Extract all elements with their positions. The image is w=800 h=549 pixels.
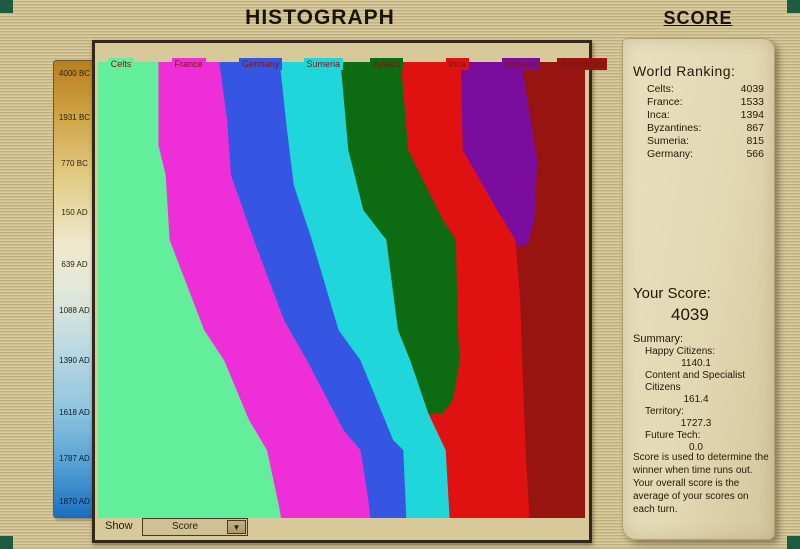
ranking-row: Germany: 566 [633, 148, 768, 161]
summary-item-label: Content and Specialist Citizens [645, 370, 747, 394]
ranking-civ-name: Inca: [647, 109, 670, 122]
summary-item-label: Happy Citizens: [645, 346, 747, 358]
ranking-civ-name: Byzantines: [647, 122, 701, 135]
your-score-title: Your Score: [633, 285, 771, 302]
your-score-block: Your Score: 4039 Summary: Happy Citizens… [633, 285, 771, 454]
map-corner-top-right [787, 0, 800, 13]
show-mode-selected: Score [143, 521, 227, 532]
histograph-panel: Celts France Germany Sumeria Aztecs Inca Iroqu… [92, 40, 592, 543]
page-title: HISTOGRAPH [100, 6, 540, 30]
ranking-civ-name: Celts: [647, 83, 674, 96]
civ-chip-germany: Germany [239, 58, 282, 70]
ranking-civ-score: 867 [746, 122, 764, 135]
time-tick-label: 1787 AD [54, 454, 95, 464]
ranking-civ-score: 1533 [741, 96, 764, 109]
time-tick-label: 1870 AD [54, 497, 95, 507]
ranking-row: Byzantines: 867 [633, 122, 768, 135]
dropdown-arrow-icon[interactable]: ▼ [227, 520, 246, 534]
time-tick-label: 1390 AD [54, 356, 95, 366]
time-tick-label: 1931 BC [54, 113, 95, 123]
summary-item-label: Territory: [645, 406, 747, 418]
histograph-screen: HISTOGRAPH SCORE 4000 BC 1931 BC 770 BC 150… [0, 0, 800, 549]
world-ranking-list: Celts:4039France:1533Inca:1394Byzantines… [633, 83, 768, 161]
world-ranking-block: World Ranking: Celts:4039France:1533Inca… [633, 63, 768, 161]
ranking-row: Sumeria: 815 [633, 135, 768, 148]
summary-item-value: 161.4 [645, 394, 747, 406]
civ-chip-byzantines: Byzantines [557, 58, 607, 70]
ranking-civ-score: 1394 [741, 109, 764, 122]
civ-chip-sumeria: Sumeria [304, 58, 344, 70]
time-tick-label: 639 AD [54, 260, 95, 270]
timeline-axis: 4000 BC 1931 BC 770 BC 150 AD 639 AD 1088 AD 1… [53, 60, 96, 518]
ranking-civ-name: France: [647, 96, 683, 109]
summary-list: Happy Citizens:1140.1Content and Special… [633, 346, 771, 454]
civ-chip-france: France [172, 58, 206, 70]
show-mode-dropdown[interactable]: Score ▼ [142, 518, 248, 536]
your-score-value: 4039 [671, 305, 771, 325]
ranking-civ-score: 815 [746, 135, 764, 148]
time-tick-label: 1618 AD [54, 408, 95, 418]
show-label: Show [105, 520, 133, 532]
summary-item-value: 1727.3 [645, 418, 747, 430]
histograph-chart: CeltsFranceGermanySumeriaAztecsIncaIroqu… [98, 62, 585, 518]
score-bands-svg [98, 62, 585, 518]
time-tick-label: 770 BC [54, 159, 95, 169]
ranking-row: Celts: 4039 [633, 83, 768, 96]
map-corner-bottom-right [787, 536, 800, 549]
time-tick-label: 150 AD [54, 208, 95, 218]
summary-item-label: Future Tech: [645, 430, 747, 442]
summary-title: Summary: [633, 333, 771, 345]
map-corner-bottom-left [0, 536, 13, 549]
ranking-civ-score: 4039 [741, 83, 764, 96]
score-panel-title: SCORE [618, 8, 778, 29]
map-corner-top-left [0, 0, 13, 13]
time-tick-label: 4000 BC [54, 69, 95, 79]
score-note-text: Score is used to determine the winner wh… [633, 451, 771, 516]
world-ranking-title: World Ranking: [633, 63, 768, 79]
civ-chip-aztecs: Aztecs [370, 58, 403, 70]
ranking-civ-name: Germany: [647, 148, 693, 161]
show-control-row: Show Score ▼ [105, 518, 405, 537]
ranking-civ-score: 566 [746, 148, 764, 161]
civ-chip-iroquois: Iroquois [502, 58, 540, 70]
ranking-row: France: 1533 [633, 96, 768, 109]
civ-chip-inca: Inca [446, 58, 469, 70]
ranking-row: Inca: 1394 [633, 109, 768, 122]
score-parchment-panel: World Ranking: Celts:4039France:1533Inca… [622, 38, 775, 540]
time-tick-label: 1088 AD [54, 306, 95, 316]
ranking-civ-name: Sumeria: [647, 135, 689, 148]
summary-item-value: 1140.1 [645, 358, 747, 370]
civ-chip-celts: Celts [108, 58, 135, 70]
